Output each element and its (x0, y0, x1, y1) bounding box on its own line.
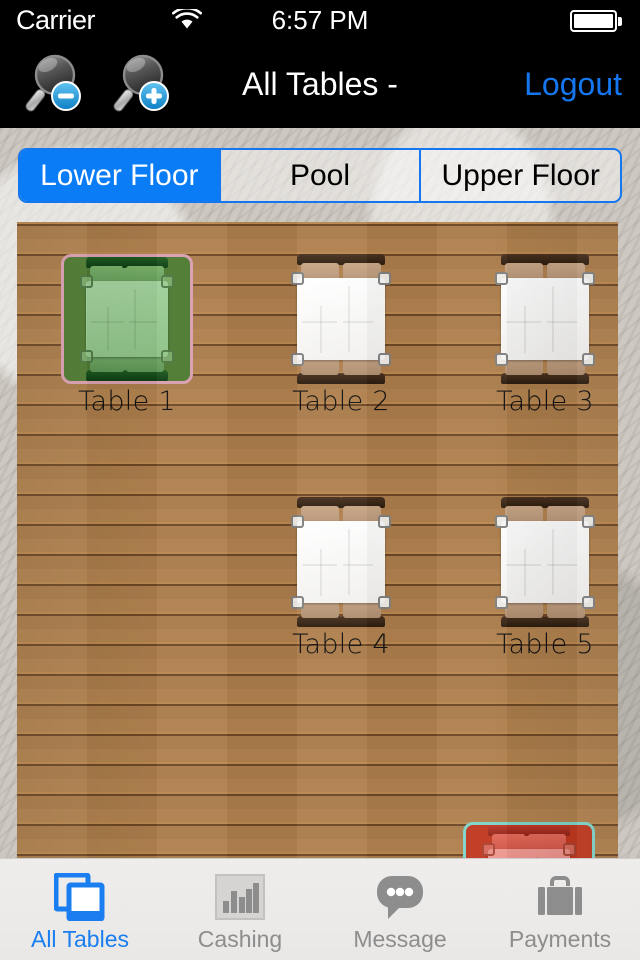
copy-tables-icon (54, 871, 106, 923)
table-unit[interactable]: Table 2 (275, 254, 407, 417)
tab-label: Message (353, 926, 447, 952)
tabletop (482, 843, 576, 858)
tab-payments[interactable]: Payments (480, 859, 640, 960)
table-unit[interactable] (463, 822, 595, 858)
table-graphic-free[interactable] (275, 497, 407, 627)
table-unit[interactable]: Table 3 (479, 254, 611, 417)
floor-plan-canvas[interactable]: Table 1 Table 2 Table 3 Table 4 Table 5 (17, 222, 618, 858)
floor-segmented-control[interactable]: Lower Floor Pool Upper Floor (18, 148, 622, 203)
tab-message[interactable]: Message (320, 859, 480, 960)
speech-bubble-icon (374, 871, 426, 923)
tabletop (291, 272, 391, 366)
bar-chart-icon (215, 871, 265, 923)
table-graphic-billed[interactable] (463, 822, 595, 858)
table-unit[interactable]: Table 1 (61, 254, 193, 417)
tabletop (495, 272, 595, 366)
content-area: Lower Floor Pool Upper Floor Table 1 Tab… (0, 128, 640, 858)
app-screen: Carrier 6:57 PM All Tables - Logout Lowe… (0, 0, 640, 960)
tabletop (291, 515, 391, 609)
table-label: Table 3 (496, 386, 594, 417)
tab-label: Payments (508, 926, 612, 952)
table-label: Table 5 (496, 629, 594, 660)
table-graphic-free[interactable] (479, 254, 611, 384)
logout-button[interactable]: Logout (524, 40, 622, 128)
tabletop (80, 275, 174, 363)
table-label: Table 4 (292, 629, 390, 660)
tab-all-tables[interactable]: All Tables (0, 859, 160, 960)
briefcase-icon (534, 871, 586, 923)
table-unit[interactable]: Table 4 (275, 497, 407, 660)
tab-cashing[interactable]: Cashing (160, 859, 320, 960)
segment-pool[interactable]: Pool (220, 150, 422, 201)
table-unit[interactable]: Table 5 (479, 497, 611, 660)
tab-label: Cashing (197, 926, 283, 952)
segment-upper-floor[interactable]: Upper Floor (421, 150, 620, 201)
battery-icon (570, 10, 622, 32)
table-graphic-free[interactable] (479, 497, 611, 627)
status-bar: Carrier 6:57 PM (0, 0, 640, 40)
clock-label: 6:57 PM (271, 5, 369, 35)
segment-lower-floor[interactable]: Lower Floor (20, 150, 221, 201)
tabletop (495, 515, 595, 609)
table-label: Table 2 (292, 386, 390, 417)
tab-label: All Tables (30, 926, 130, 952)
tab-bar: All Tables Cashing Message Payments (0, 858, 640, 960)
table-label: Table 1 (78, 386, 176, 417)
table-graphic-free[interactable] (275, 254, 407, 384)
table-graphic-occupied[interactable] (61, 254, 193, 384)
